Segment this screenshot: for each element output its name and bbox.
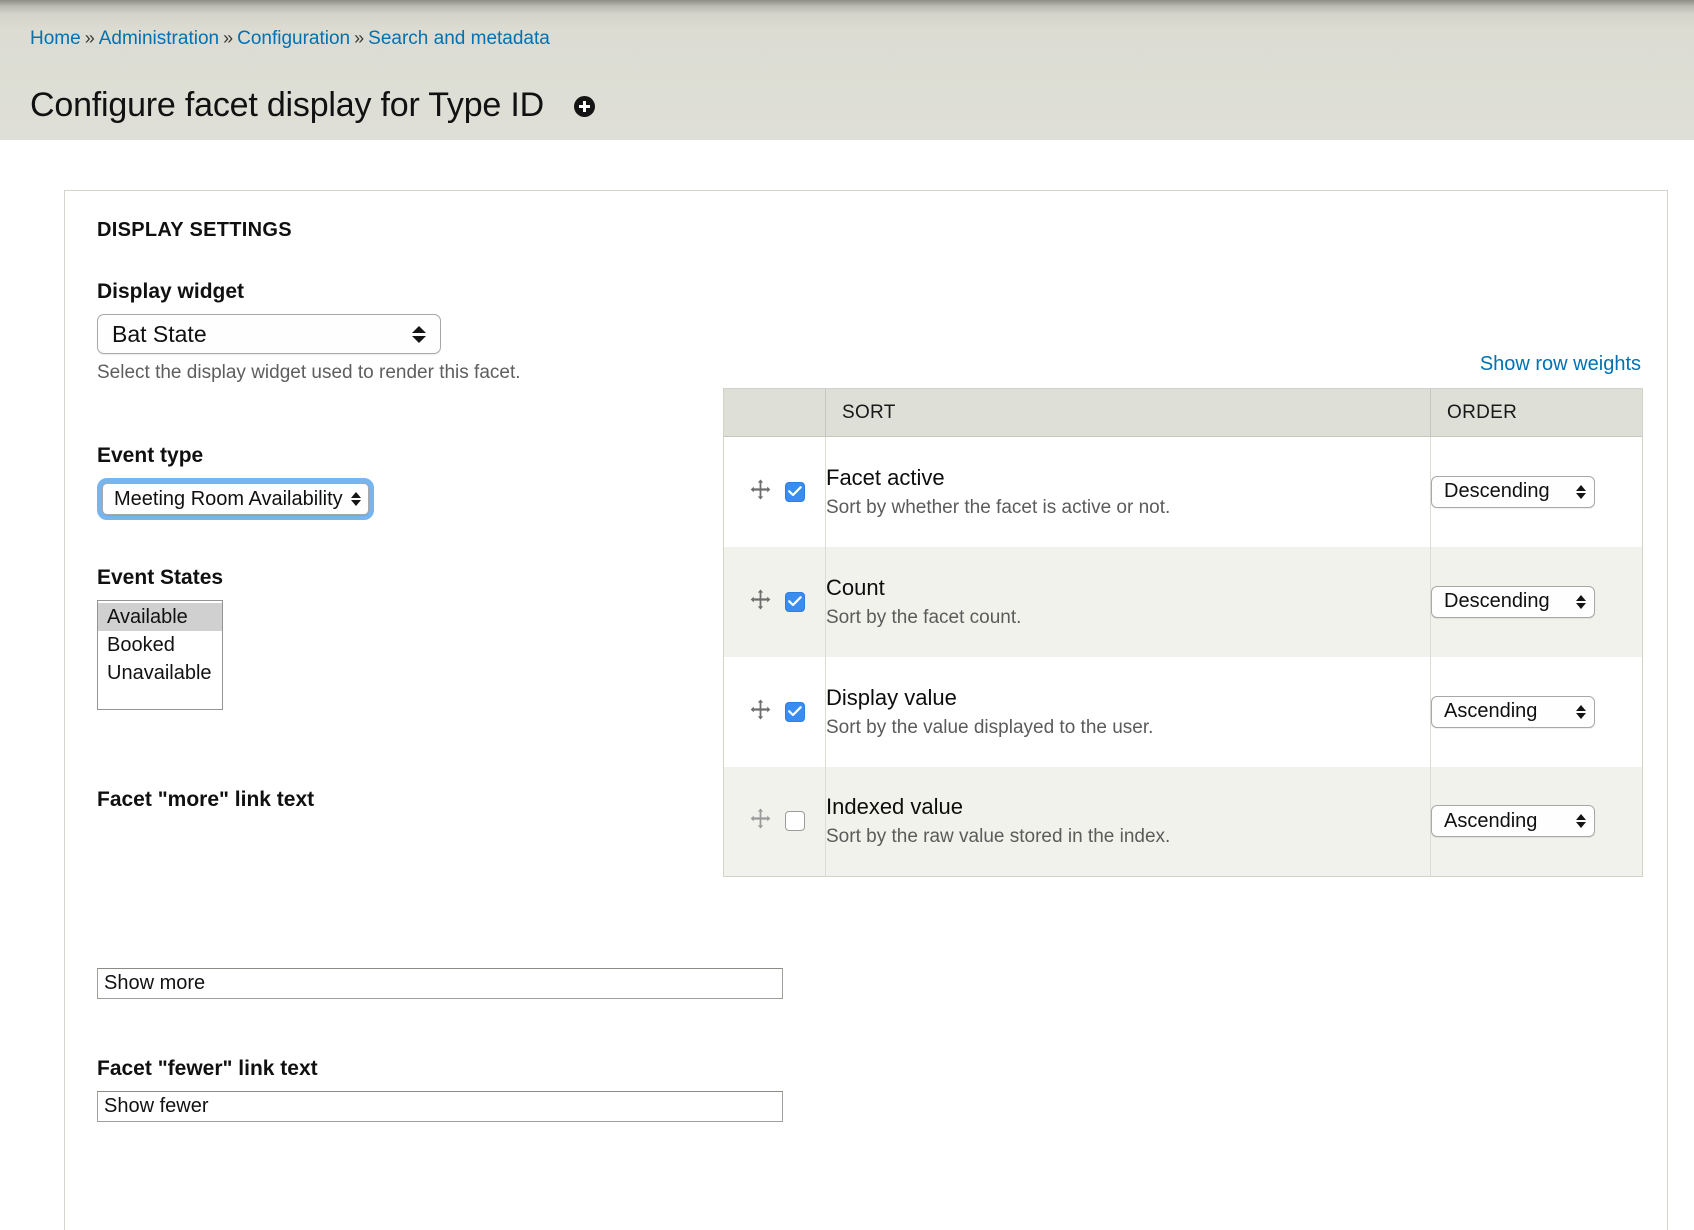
- chevron-updown-icon: [1576, 814, 1586, 829]
- event-states-listbox[interactable]: Available Booked Unavailable: [97, 600, 223, 710]
- sort-name: Display value: [826, 684, 957, 710]
- column-header-sort: SORT: [825, 388, 1431, 437]
- order-value: Ascending: [1444, 809, 1538, 832]
- breadcrumb-item-home[interactable]: Home: [30, 28, 81, 49]
- fewer-link-field: Facet "fewer" link text: [97, 1057, 1635, 1122]
- order-select[interactable]: Descending: [1431, 475, 1595, 508]
- fewer-link-label: Facet "fewer" link text: [97, 1057, 318, 1080]
- table-row: Count Sort by the facet count. Descendin…: [723, 546, 1643, 657]
- drag-move-icon[interactable]: [750, 699, 771, 725]
- row-handle-cell: [723, 766, 826, 877]
- content-wrapper: DISPLAY SETTINGS Display widget Bat Stat…: [0, 140, 1694, 1230]
- sort-enable-checkbox[interactable]: [785, 701, 805, 722]
- sort-description: Sort by the value displayed to the user.: [826, 716, 1154, 738]
- show-row-weights-row: Show row weights: [723, 353, 1643, 376]
- drag-move-icon[interactable]: [750, 808, 771, 834]
- row-order-cell: Ascending: [1430, 766, 1643, 877]
- breadcrumb-item-administration[interactable]: Administration: [99, 28, 219, 49]
- sorts-table-head: SORT ORDER: [723, 388, 1643, 437]
- breadcrumb-separator: »: [354, 28, 365, 48]
- more-link-input[interactable]: [97, 968, 783, 999]
- chevron-updown-icon: [1576, 704, 1586, 719]
- plus-circle-icon[interactable]: [573, 96, 595, 118]
- event-type-select[interactable]: Meeting Room Availability: [102, 483, 369, 515]
- sort-name: Facet active: [826, 464, 945, 490]
- sort-description: Sort by the facet count.: [826, 606, 1022, 628]
- chevron-updown-icon: [1576, 484, 1586, 499]
- section-title: DISPLAY SETTINGS: [97, 219, 292, 241]
- page-title: Configure facet display for Type ID: [30, 85, 544, 124]
- sorts-table: SORT ORDER Facet active Sort by whether …: [723, 388, 1643, 877]
- row-order-cell: Descending: [1430, 436, 1643, 547]
- chevron-updown-icon: [350, 492, 361, 506]
- sorts-header-row: SORT ORDER: [723, 388, 1643, 437]
- row-sort-cell: Count Sort by the facet count.: [826, 547, 1431, 657]
- row-handle-cell: [723, 436, 826, 547]
- row-order-cell: Ascending: [1430, 656, 1643, 767]
- show-row-weights-link[interactable]: Show row weights: [1480, 353, 1641, 375]
- breadcrumb-separator: »: [84, 28, 95, 48]
- row-sort-cell: Display value Sort by the value displaye…: [826, 657, 1431, 767]
- order-value: Descending: [1444, 590, 1550, 612]
- sort-enable-checkbox[interactable]: [785, 811, 805, 832]
- table-row: Facet active Sort by whether the facet i…: [723, 436, 1643, 547]
- row-handle-cell: [723, 546, 826, 657]
- display-widget-value: Bat State: [112, 320, 207, 347]
- breadcrumb-separator: »: [223, 28, 234, 48]
- table-row: Display value Sort by the value displaye…: [723, 656, 1643, 767]
- sort-enable-checkbox[interactable]: [785, 591, 805, 612]
- drag-move-icon[interactable]: [750, 479, 771, 505]
- event-type-focus-ring: Meeting Room Availability: [97, 478, 374, 520]
- order-select[interactable]: Ascending: [1431, 695, 1595, 728]
- sort-name: Indexed value: [826, 794, 963, 820]
- drag-move-icon[interactable]: [750, 589, 771, 615]
- row-order-cell: Descending: [1430, 546, 1643, 657]
- event-states-option-available[interactable]: Available: [98, 603, 222, 631]
- table-row: Indexed value Sort by the raw value stor…: [723, 766, 1643, 877]
- event-states-option-unavailable[interactable]: Unavailable: [98, 659, 222, 687]
- order-select[interactable]: Descending: [1431, 585, 1595, 618]
- order-value: Ascending: [1444, 700, 1538, 722]
- event-states-option-booked[interactable]: Booked: [98, 631, 222, 659]
- display-widget-select[interactable]: Bat State: [97, 314, 441, 354]
- row-sort-cell: Indexed value Sort by the raw value stor…: [826, 767, 1431, 877]
- chevron-updown-icon: [412, 325, 426, 343]
- sort-description: Sort by whether the facet is active or n…: [826, 496, 1171, 518]
- display-widget-label: Display widget: [97, 280, 245, 303]
- column-header-handle: [723, 388, 826, 437]
- page-header: Home» Administration» Configuration» Search…: [0, 0, 1694, 140]
- column-header-order: ORDER: [1430, 388, 1643, 437]
- sort-description: Sort by the raw value stored in the inde…: [826, 826, 1171, 848]
- event-type-value: Meeting Room Availability: [114, 487, 343, 510]
- sorts-region: Show row weights SORT ORDER Facet active…: [723, 353, 1643, 877]
- fewer-link-input[interactable]: [97, 1091, 783, 1122]
- order-value: Descending: [1444, 480, 1550, 503]
- breadcrumb-item-configuration[interactable]: Configuration: [237, 28, 350, 49]
- order-select[interactable]: Ascending: [1431, 805, 1595, 838]
- page-title-row: Configure facet display for Type ID: [30, 61, 1694, 149]
- sort-enable-checkbox[interactable]: [785, 481, 805, 502]
- display-settings-panel: DISPLAY SETTINGS Display widget Bat Stat…: [64, 190, 1668, 1230]
- row-sort-cell: Facet active Sort by whether the facet i…: [826, 437, 1431, 547]
- breadcrumb: Home» Administration» Configuration» Search…: [30, 26, 1694, 51]
- row-handle-cell: [723, 656, 826, 767]
- breadcrumb-item-search-and-metadata[interactable]: Search and metadata: [368, 28, 550, 49]
- sort-name: Count: [826, 574, 885, 600]
- sorts-table-body: Facet active Sort by whether the facet i…: [723, 436, 1643, 877]
- chevron-updown-icon: [1576, 594, 1586, 609]
